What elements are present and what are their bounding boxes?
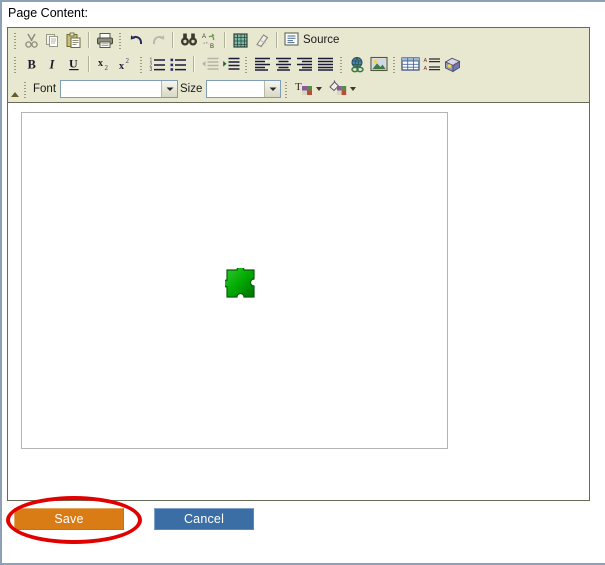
svg-text:x: x [98,58,103,69]
link-icon[interactable] [347,54,368,74]
svg-text:A: A [202,34,206,40]
text-color-icon: T [294,79,314,99]
toolbar-grip[interactable] [283,80,291,98]
toolbar-grip[interactable] [243,55,250,73]
svg-text:T: T [295,81,302,93]
toolbar-row-1: A B Source [8,28,589,52]
subscript-icon[interactable]: x 2 [94,54,115,74]
print-icon[interactable] [94,30,115,50]
find-icon[interactable] [178,30,199,50]
svg-text:B: B [210,44,214,49]
toolbar-separator [276,32,278,48]
collapse-toolbar-icon[interactable] [10,80,20,98]
form-actions: Save Cancel [14,508,254,530]
justify-icon[interactable] [315,54,336,74]
source-button-label: Source [303,34,340,46]
svg-text:x: x [119,61,124,72]
remove-format-icon[interactable] [251,30,272,50]
page-left-divider [0,2,2,565]
undo-icon[interactable] [126,30,147,50]
save-button-label: Save [54,512,84,526]
toolbar-row-2: B I U x 2 x 2 1 2 3 A A [8,52,589,76]
toolbar-grip[interactable] [138,55,145,73]
page-title: Page Content: [8,6,88,20]
outdent-icon[interactable] [199,54,220,74]
font-combo[interactable] [60,80,179,98]
toolbar-separator [88,32,90,48]
background-color-icon [328,79,348,99]
size-combo-label: Size [180,83,203,95]
paste-icon[interactable] [63,30,84,50]
bold-icon[interactable]: B [21,54,42,74]
svg-text:A: A [423,58,427,64]
bulleted-list-icon[interactable] [168,54,189,74]
page-root: Page Content: A B Source B I U x 2 x 2 1… [0,0,605,565]
indent-icon[interactable] [220,54,241,74]
flash-object-icon[interactable] [442,54,463,74]
toolbar-grip[interactable] [12,55,19,73]
editor-toolbar: A B Source B I U x 2 x 2 1 2 3 A A Font … [8,28,589,103]
align-right-icon[interactable] [294,54,315,74]
toolbar-separator [193,56,195,72]
svg-text:2: 2 [105,64,109,72]
size-combo[interactable] [206,80,282,98]
rich-text-editor: A B Source B I U x 2 x 2 1 2 3 A A Font … [7,27,590,501]
toolbar-grip[interactable] [12,31,19,49]
table-icon[interactable] [400,54,421,74]
page-top-divider [0,0,605,2]
svg-text:A: A [423,66,427,72]
align-left-icon[interactable] [252,54,273,74]
replace-icon[interactable]: A B [199,30,220,50]
superscript-icon[interactable]: x 2 [115,54,136,74]
toolbar-separator [224,32,226,48]
toolbar-grip[interactable] [391,55,398,73]
chevron-down-icon[interactable] [161,81,178,97]
cut-icon[interactable] [21,30,42,50]
copy-icon[interactable] [42,30,63,50]
chevron-down-icon[interactable] [264,81,281,97]
toolbar-grip[interactable] [117,31,124,49]
toolbar-row-3: Font Size T [8,76,589,102]
underline-icon[interactable]: U [63,54,84,74]
text-color-button[interactable]: T [292,79,326,99]
puzzle-piece-icon[interactable] [222,265,259,305]
toolbar-grip[interactable] [338,55,345,73]
save-button[interactable]: Save [14,508,124,530]
font-combo-label: Font [33,83,57,95]
toolbar-grip[interactable] [22,80,29,98]
chevron-down-icon[interactable] [350,87,357,91]
svg-text:B: B [27,58,35,72]
definition-list-icon[interactable]: A A [421,54,442,74]
source-icon [284,31,299,49]
background-color-button[interactable] [326,79,360,99]
toolbar-separator [172,32,174,48]
chevron-down-icon[interactable] [316,87,323,91]
svg-text:3: 3 [150,67,153,72]
svg-text:U: U [69,57,78,71]
align-center-icon[interactable] [273,54,294,74]
redo-icon[interactable] [147,30,168,50]
select-all-icon[interactable] [230,30,251,50]
source-button[interactable]: Source [282,30,343,50]
toolbar-separator [88,56,90,72]
image-icon[interactable] [368,54,389,74]
editor-body[interactable] [21,112,448,449]
cancel-button[interactable]: Cancel [154,508,254,530]
svg-text:2: 2 [126,57,130,65]
cancel-button-label: Cancel [183,512,225,526]
svg-text:I: I [48,58,55,72]
numbered-list-icon[interactable]: 1 2 3 [147,54,168,74]
italic-icon[interactable]: I [42,54,63,74]
editor-content-area[interactable] [8,103,589,473]
